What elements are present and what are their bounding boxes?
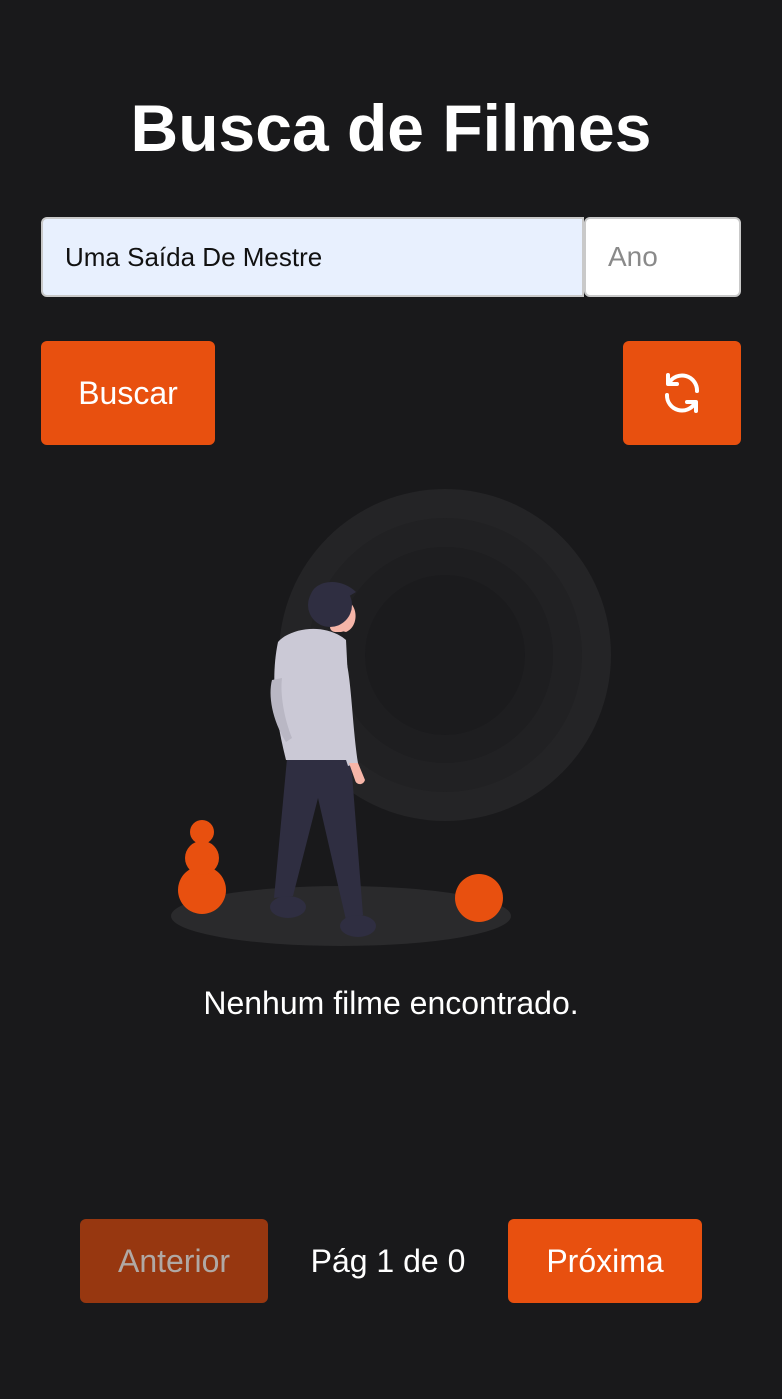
refresh-icon — [664, 373, 700, 413]
next-page-button[interactable]: Próxima — [508, 1219, 702, 1303]
page-indicator: Pág 1 de 0 — [310, 1243, 466, 1279]
search-button[interactable]: Buscar — [41, 341, 215, 445]
page-title: Busca de Filmes — [130, 91, 652, 165]
refresh-button[interactable] — [623, 341, 741, 445]
empty-results-message: Nenhum filme encontrado. — [203, 985, 579, 1021]
previous-page-button[interactable]: Anterior — [80, 1219, 268, 1303]
empty-state-illustration — [171, 489, 611, 946]
search-input[interactable] — [41, 217, 584, 297]
year-field[interactable] — [584, 217, 741, 297]
